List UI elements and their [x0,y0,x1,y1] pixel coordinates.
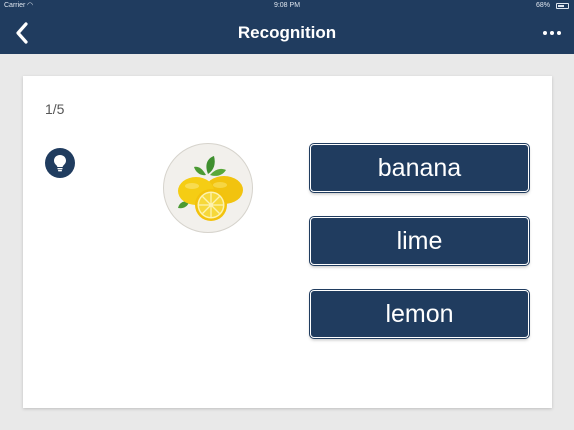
lemons-image [163,143,253,233]
answer-option-lime[interactable]: lime [310,217,529,265]
answer-option-lemon[interactable]: lemon [310,290,529,338]
more-button[interactable] [540,22,564,44]
nav-bar: Recognition [0,12,574,54]
hint-button[interactable] [45,148,75,178]
question-progress: 1/5 [45,101,65,117]
clock: 9:08 PM [273,2,301,9]
battery-percent: 68% [535,2,550,9]
page-title: Recognition [237,23,337,42]
battery-icon [556,3,569,9]
quiz-card: 1/5 banana lime lemon [23,76,552,408]
ellipsis-icon [543,31,561,35]
answer-option-banana[interactable]: banana [310,144,529,192]
status-bar: Carrier ◠ 9:08 PM 68% [0,0,574,12]
lightbulb-icon [54,155,66,172]
